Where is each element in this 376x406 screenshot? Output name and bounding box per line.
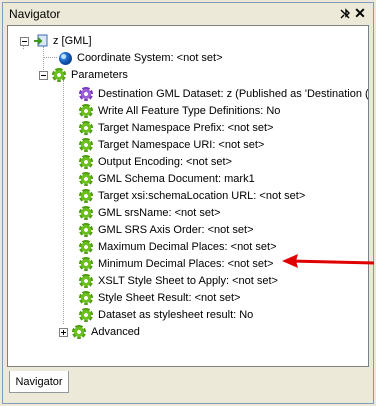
tree-panel: z [GML] Coordinate System: <not set> Par…: [7, 25, 369, 367]
gear-icon: [79, 155, 93, 169]
tree-item-gml-srsname[interactable]: GML srsName: <not set>: [79, 205, 220, 221]
gear-icon: [79, 104, 93, 118]
dataset-icon: [34, 34, 48, 47]
tree-item-schema-location-url[interactable]: Target xsi:schemaLocation URL: <not set>: [79, 188, 305, 204]
red-arrow-annotation: [282, 254, 375, 268]
tree-item-label: Coordinate System: <not set>: [77, 52, 223, 64]
close-icon[interactable]: ✕: [353, 6, 367, 20]
navigator-window: Navigator ✕ z [GML] Coordinate System: <…: [2, 2, 374, 404]
tree-item-label: GML srsName: <not set>: [98, 207, 221, 219]
tree-item-label: Dataset as stylesheet result: No: [98, 309, 254, 321]
tree-item-dataset-as-stylesheet[interactable]: Dataset as stylesheet result: No: [79, 307, 253, 323]
tree-item-destination-dataset[interactable]: Destination GML Dataset: z (Published as…: [79, 86, 369, 102]
tree-item-label: Maximum Decimal Places: <not set>: [98, 241, 277, 253]
gear-icon: [79, 308, 93, 322]
gear-icon: [79, 206, 93, 220]
tree-item-gml-srs-axis-order[interactable]: GML SRS Axis Order: <not set>: [79, 222, 254, 238]
gear-icon: [79, 172, 93, 186]
tree-item-minimum-decimal-places[interactable]: Minimum Decimal Places: <not set>: [79, 256, 273, 272]
bottom-tab-strip: Navigator: [7, 371, 369, 401]
tree-item-target-namespace-uri[interactable]: Target Namespace URI: <not set>: [79, 137, 264, 153]
pin-icon[interactable]: [339, 8, 351, 20]
tree-item-label: Write All Feature Type Definitions: No: [98, 105, 281, 117]
collapse-toggle[interactable]: [20, 36, 29, 46]
tree-item-style-sheet-result[interactable]: Style Sheet Result: <not set>: [79, 290, 240, 306]
tree-item-write-all-feature-types[interactable]: Write All Feature Type Definitions: No: [79, 103, 280, 119]
tree-item-maximum-decimal-places[interactable]: Maximum Decimal Places: <not set>: [79, 239, 277, 255]
tree-item-gml-schema-document[interactable]: GML Schema Document: mark1: [79, 171, 255, 187]
tree-item-label: Target Namespace URI: <not set>: [98, 139, 265, 151]
tree-item-label: Minimum Decimal Places: <not set>: [98, 258, 274, 270]
tree-item-label: Output Encoding: <not set>: [98, 156, 232, 168]
gear-icon: [72, 325, 86, 339]
gear-icon: [79, 274, 93, 288]
tree-item-xslt-style-sheet[interactable]: XSLT Style Sheet to Apply: <not set>: [79, 273, 278, 289]
gear-icon: [79, 121, 93, 135]
gear-icon: [79, 189, 93, 203]
tree-item-parameters[interactable]: Parameters: [39, 67, 128, 83]
tree-item-label: GML SRS Axis Order: <not set>: [98, 224, 254, 236]
tree-item-label: Target xsi:schemaLocation URL: <not set>: [98, 190, 306, 202]
tree-item-label: Destination GML Dataset: z (Published as…: [98, 88, 369, 100]
purple-gear-icon: [79, 87, 93, 101]
window-title: Navigator: [9, 7, 61, 21]
title-bar: Navigator ✕: [3, 3, 373, 25]
tree-item-coordinate-system[interactable]: Coordinate System: <not set>: [59, 50, 223, 66]
expand-toggle[interactable]: [59, 327, 68, 337]
gear-icon: [79, 257, 93, 271]
tab-label: Navigator: [15, 375, 63, 388]
collapse-toggle[interactable]: [39, 70, 48, 80]
gear-icon: [79, 291, 93, 305]
gear-icon: [79, 223, 93, 237]
tree-root-label: z [GML]: [53, 35, 92, 47]
tree-item-label: Target Namespace Prefix: <not set>: [98, 122, 274, 134]
tree-item-label: Parameters: [71, 69, 128, 81]
gear-icon: [79, 240, 93, 254]
gear-icon: [52, 68, 66, 82]
tree-root-node[interactable]: z [GML]: [20, 33, 92, 49]
globe-icon: [59, 51, 72, 65]
tree-item-target-namespace-prefix[interactable]: Target Namespace Prefix: <not set>: [79, 120, 273, 136]
tree-item-label: Advanced: [91, 326, 140, 338]
tree-item-label: XSLT Style Sheet to Apply: <not set>: [98, 275, 278, 287]
tree-item-output-encoding[interactable]: Output Encoding: <not set>: [79, 154, 232, 170]
tree-item-advanced[interactable]: Advanced: [59, 324, 140, 340]
tab-navigator[interactable]: Navigator: [9, 371, 69, 393]
tree-item-label: GML Schema Document: mark1: [98, 173, 255, 185]
tree-item-label: Style Sheet Result: <not set>: [98, 292, 241, 304]
gear-icon: [79, 138, 93, 152]
